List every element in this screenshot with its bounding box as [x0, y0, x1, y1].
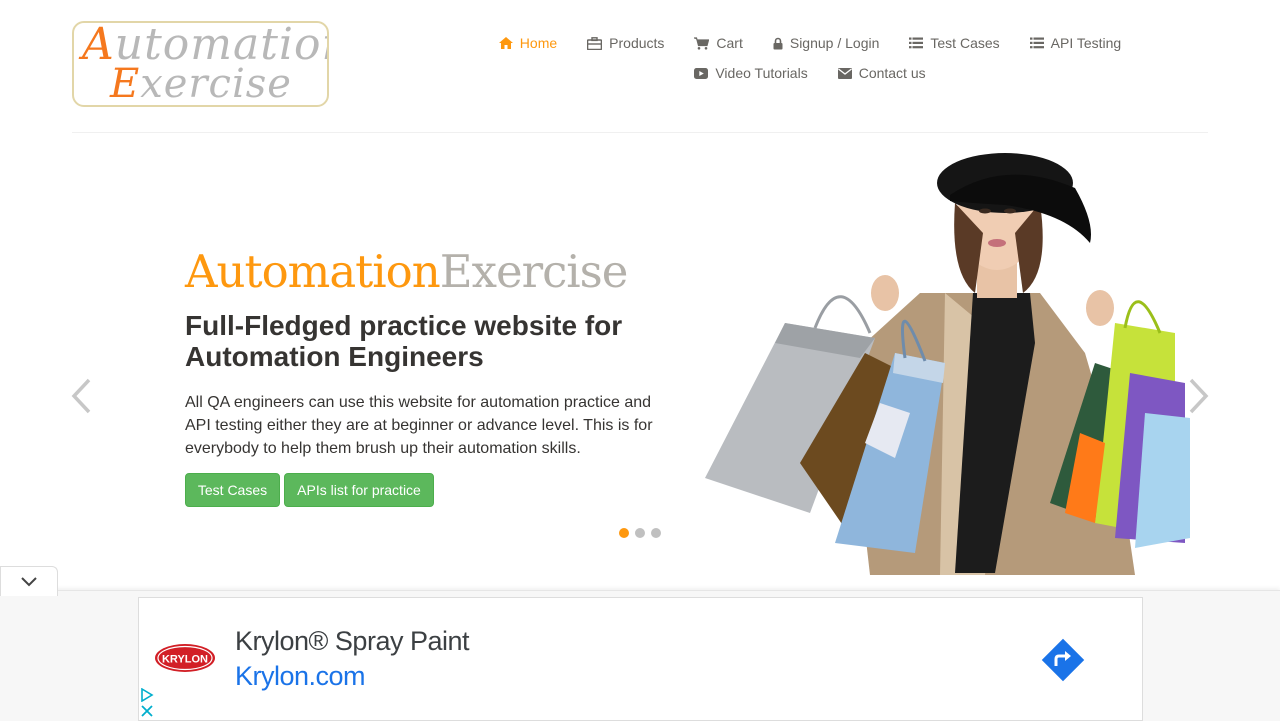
nav-video-tutorials-label: Video Tutorials	[715, 65, 808, 81]
ad-directions-icon[interactable]	[1039, 636, 1087, 684]
slide-description: All QA engineers can use this website fo…	[185, 394, 653, 457]
nav-contact-us[interactable]: Contact us	[823, 58, 941, 88]
brand-automation: Automation	[185, 245, 441, 298]
carousel-prev-button[interactable]	[70, 378, 92, 414]
nav-home[interactable]: Home	[484, 28, 572, 58]
nav-cart-label: Cart	[716, 35, 743, 51]
ad-title[interactable]: Krylon® Spray Paint	[235, 626, 470, 657]
test-cases-button[interactable]: Test Cases	[185, 473, 280, 507]
main-nav: Home Products Cart Signup / Login Test C…	[470, 28, 1150, 88]
nav-cart[interactable]: Cart	[679, 28, 757, 58]
ad-url[interactable]: Krylon.com	[235, 661, 366, 692]
ad-banner[interactable]: KRYLON Krylon® Spray Paint Krylon.com	[138, 597, 1143, 721]
nav-products[interactable]: Products	[572, 28, 679, 58]
list-icon	[1029, 37, 1044, 49]
nav-video-tutorials[interactable]: Video Tutorials	[679, 58, 822, 88]
slide-headline: Full-Fledged practice website for Automa…	[185, 310, 623, 372]
nav-home-label: Home	[519, 35, 558, 51]
carousel-next-button[interactable]	[1188, 378, 1210, 414]
carousel-dot-2[interactable]	[635, 528, 645, 538]
site-logo[interactable]: Automation Exercise	[72, 21, 329, 107]
apis-list-button[interactable]: APIs list for practice	[284, 473, 434, 507]
lock-icon	[773, 37, 783, 49]
nav-products-label: Products	[609, 35, 665, 51]
chevron-down-icon	[21, 576, 37, 586]
slide-brand-title: AutomationExercise	[185, 245, 629, 298]
krylon-logo-text: KRYLON	[162, 654, 208, 666]
brand-exercise: Exercise	[439, 245, 629, 298]
home-icon	[498, 37, 513, 49]
adchoices-icon[interactable]	[140, 688, 154, 702]
hero-shopping-girl-image	[705, 153, 1190, 575]
list-icon	[909, 37, 924, 49]
cart-icon	[694, 36, 710, 50]
briefcase-icon	[587, 36, 603, 50]
nav-test-cases[interactable]: Test Cases	[894, 28, 1014, 58]
logo-letter-e: E	[110, 61, 141, 107]
logo-word-exercise: xercise	[140, 61, 292, 107]
nav-api-testing[interactable]: API Testing	[1015, 28, 1137, 58]
ad-close-icon[interactable]	[140, 704, 154, 718]
carousel-indicators	[619, 528, 661, 538]
nav-contact-us-label: Contact us	[858, 65, 926, 81]
nav-test-cases-label: Test Cases	[930, 35, 1000, 51]
youtube-icon	[694, 67, 709, 79]
chevron-left-icon	[71, 378, 91, 414]
krylon-logo: KRYLON	[155, 644, 215, 672]
anchor-ad-bar: KRYLON Krylon® Spray Paint Krylon.com	[0, 590, 1280, 721]
nav-api-testing-label: API Testing	[1050, 35, 1122, 51]
ad-collapse-toggle[interactable]	[0, 566, 58, 596]
nav-signup-login[interactable]: Signup / Login	[758, 28, 895, 58]
carousel-dot-3[interactable]	[651, 528, 661, 538]
carousel-dot-1[interactable]	[619, 528, 629, 538]
envelope-icon	[837, 67, 852, 79]
nav-signup-login-label: Signup / Login	[789, 35, 880, 51]
chevron-right-icon	[1189, 378, 1209, 414]
hero-carousel: AutomationExercise Full-Fledged practice…	[0, 133, 1280, 588]
